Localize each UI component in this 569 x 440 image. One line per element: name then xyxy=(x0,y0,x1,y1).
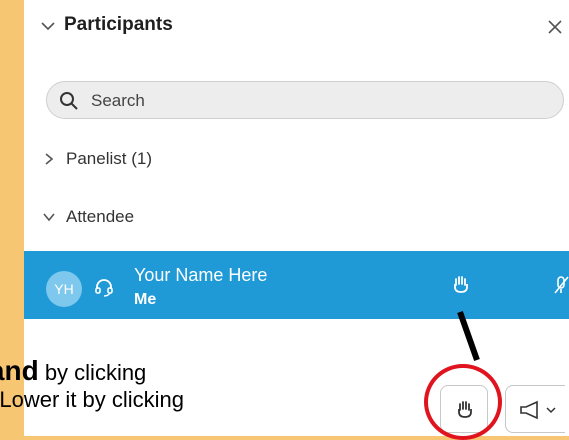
group-label-attendee: Attendee xyxy=(66,207,135,226)
close-icon[interactable] xyxy=(544,16,566,38)
group-attendee[interactable]: Attendee xyxy=(24,201,569,235)
group-label-panelist: Panelist (1) xyxy=(66,149,152,168)
instruction-text: e your hand by clicking and icon. Lower … xyxy=(0,355,440,436)
search-input[interactable] xyxy=(89,89,533,113)
panel-title: Participants xyxy=(64,14,173,35)
reactions-button[interactable] xyxy=(505,385,565,433)
participant-me-label: Me xyxy=(134,291,157,308)
megaphone-icon xyxy=(520,400,538,420)
chevron-down-icon[interactable] xyxy=(40,18,56,34)
avatar: YH xyxy=(46,271,82,307)
search-icon xyxy=(59,91,79,111)
participant-row[interactable]: YH Your Name Here Me xyxy=(24,251,569,319)
hand-icon xyxy=(458,401,472,418)
chevron-right-icon xyxy=(42,152,56,166)
participant-name: Your Name Here xyxy=(134,265,268,285)
instruction-rest: by clicking xyxy=(38,360,147,385)
chevron-down-icon xyxy=(546,407,556,414)
group-panelist[interactable]: Panelist (1) xyxy=(24,143,569,177)
raise-hand-button[interactable] xyxy=(440,385,488,433)
instruction-line2: and icon. Lower it by clicking xyxy=(0,387,185,412)
headset-icon xyxy=(94,277,114,297)
panel-header: Participants xyxy=(24,0,569,56)
hand-icon[interactable] xyxy=(450,273,472,295)
search-box[interactable] xyxy=(46,81,564,119)
mic-muted-icon[interactable] xyxy=(552,275,569,295)
instruction-line1: e your hand by clicking xyxy=(0,355,146,387)
instruction-bold: e your hand xyxy=(0,355,39,386)
chevron-down-icon xyxy=(42,210,56,224)
